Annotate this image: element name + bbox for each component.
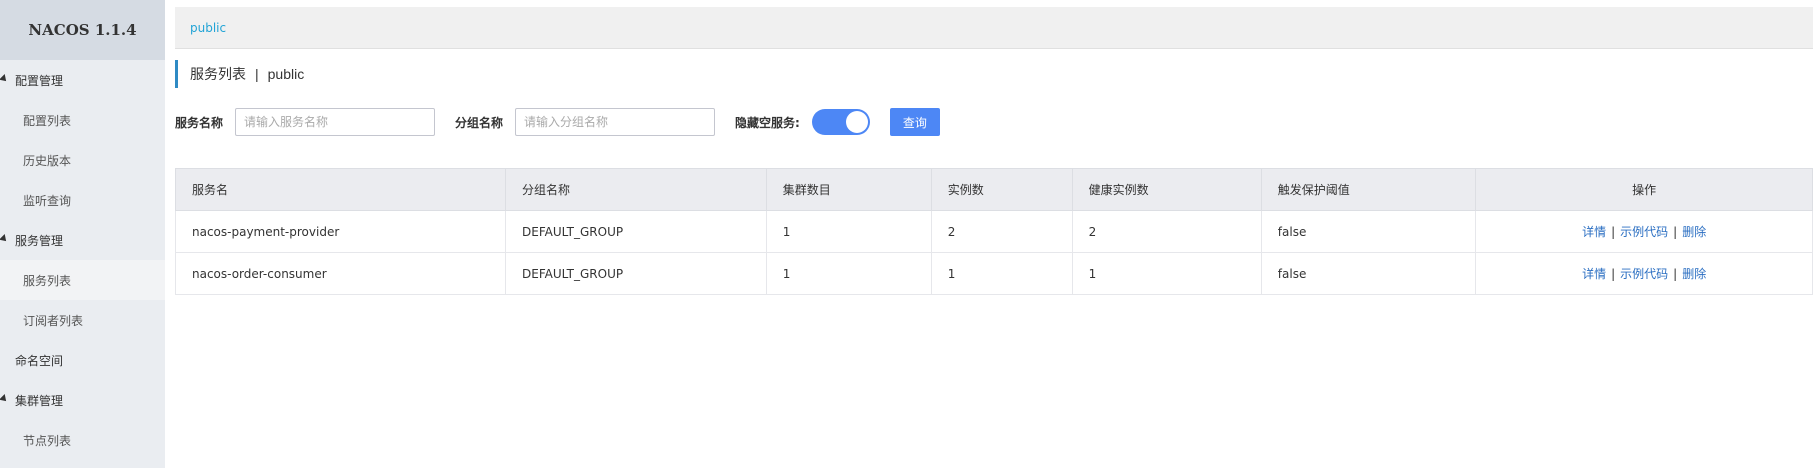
namespace-bar: public [175,7,1813,49]
page-title-text: 服务列表 [190,66,246,82]
main-content: public 服务列表 | public 服务名称 分组名称 隐藏空服务: 查询… [174,7,1813,468]
cell-instance-count: 1 [930,252,1073,295]
detail-link[interactable]: 详情 [1582,267,1606,281]
header-service-name: 服务名 [174,168,507,211]
cell-protect-threshold: false [1260,210,1477,253]
page-title-namespace: public [267,66,305,82]
table-row: nacos-order-consumer DEFAULT_GROUP 1 1 1… [174,252,1813,295]
sidebar-group-label: 服务管理 [15,233,64,248]
query-button[interactable]: 查询 [889,108,940,136]
search-bar: 服务名称 分组名称 隐藏空服务: 查询 [175,108,940,136]
sidebar-group-cluster[interactable]: 集群管理 [0,380,165,420]
namespace-link[interactable]: public [190,21,226,35]
header-actions: 操作 [1475,168,1813,211]
cell-actions: 详情 | 示例代码 | 删除 [1475,210,1813,253]
service-name-input[interactable] [235,108,436,136]
cell-instance-count: 2 [930,210,1073,253]
delete-link[interactable]: 删除 [1682,225,1706,239]
cell-group-name: DEFAULT_GROUP [505,252,767,295]
action-separator: | [1673,225,1678,239]
action-separator: | [1673,267,1678,281]
sample-code-link[interactable]: 示例代码 [1620,225,1668,239]
header-group-name: 分组名称 [505,168,767,211]
group-name-label: 分组名称 [455,115,504,130]
sidebar-item-config-list[interactable]: 配置列表 [0,100,165,140]
toggle-knob [845,111,868,133]
sidebar-item-subscriber-list[interactable]: 订阅者列表 [0,300,165,340]
header-instance-count: 实例数 [930,168,1073,211]
header-cluster-count: 集群数目 [765,168,932,211]
service-table: 服务名 分组名称 集群数目 实例数 健康实例数 触发保护阈值 操作 nacos-… [174,168,1813,295]
sidebar-group-config[interactable]: 配置管理 [0,60,165,100]
table-header-row: 服务名 分组名称 集群数目 实例数 健康实例数 触发保护阈值 操作 [174,168,1813,211]
sidebar-item-listener-query[interactable]: 监听查询 [0,180,165,220]
action-separator: | [1611,225,1616,239]
sidebar-group-label: 配置管理 [15,73,64,88]
sidebar-group-service[interactable]: 服务管理 [0,220,165,260]
cell-service-name: nacos-payment-provider [174,210,507,253]
header-protect-threshold: 触发保护阈值 [1260,168,1477,211]
page-title-separator: | [255,66,259,82]
service-name-label: 服务名称 [175,115,224,130]
header-healthy-instance-count: 健康实例数 [1071,168,1262,211]
caret-down-icon [0,394,9,404]
group-name-input[interactable] [515,108,716,136]
app-logo[interactable]: NACOS 1.1.4 [0,0,165,60]
sidebar-group-label: 命名空间 [15,353,64,368]
sidebar: NACOS 1.1.4 配置管理 配置列表 历史版本 监听查询 服务管理 服务列… [0,0,165,468]
cell-cluster-count: 1 [765,210,932,253]
caret-down-icon [0,234,9,244]
cell-protect-threshold: false [1260,252,1477,295]
cell-cluster-count: 1 [765,252,932,295]
page-title: 服务列表 | public [175,60,304,88]
cell-service-name: nacos-order-consumer [174,252,507,295]
delete-link[interactable]: 删除 [1682,267,1706,281]
sidebar-item-node-list[interactable]: 节点列表 [0,420,165,460]
cell-healthy-count: 2 [1071,210,1262,253]
hide-empty-label: 隐藏空服务: [735,115,800,130]
sidebar-group-label: 集群管理 [15,393,64,408]
sample-code-link[interactable]: 示例代码 [1620,267,1668,281]
detail-link[interactable]: 详情 [1582,225,1606,239]
cell-group-name: DEFAULT_GROUP [505,210,767,253]
sidebar-group-namespace[interactable]: 命名空间 [0,340,165,380]
cell-actions: 详情 | 示例代码 | 删除 [1475,252,1813,295]
hide-empty-toggle[interactable] [811,109,870,135]
sidebar-item-service-list[interactable]: 服务列表 [0,260,165,300]
sidebar-item-history[interactable]: 历史版本 [0,140,165,180]
table-row: nacos-payment-provider DEFAULT_GROUP 1 2… [174,210,1813,253]
caret-down-icon [0,74,9,84]
action-separator: | [1611,267,1616,281]
cell-healthy-count: 1 [1071,252,1262,295]
